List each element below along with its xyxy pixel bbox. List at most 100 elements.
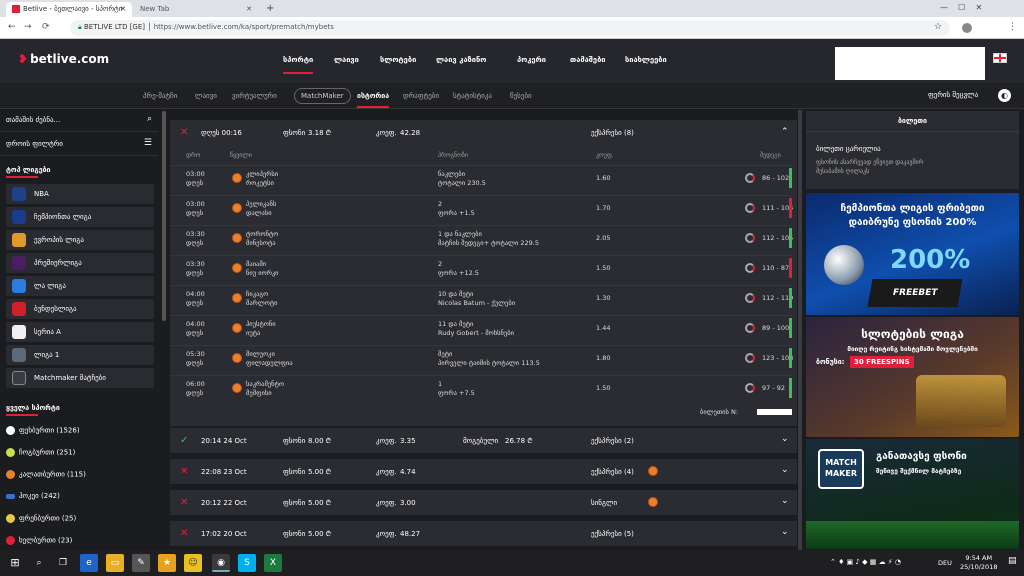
back-icon[interactable]: ← (8, 22, 16, 32)
league-europa[interactable]: ევროპის ლიგა (6, 230, 154, 250)
league-champions[interactable]: ჩემპიონთა ლიგა (6, 207, 154, 227)
sidebar: თამაშის ძებნა... ⌕ დროის ფილტრი ☰ ტოპ ლიგე… (0, 109, 163, 550)
league-premier[interactable]: პრემიერლიგა (6, 253, 154, 273)
url-field[interactable]: 🔒︎ BETLIVE LTD [GE] │ https://www.betliv… (70, 20, 950, 36)
stats-icon[interactable] (745, 293, 755, 303)
clock[interactable]: 9:54 AM 25/10/2018 (960, 554, 997, 572)
subnav-statistics[interactable]: სტატისტიკა (453, 92, 492, 100)
language-flag-icon[interactable] (993, 53, 1007, 63)
subnav-rules[interactable]: წესები (510, 92, 532, 100)
freespins-badge: 30 FREESPINS (850, 356, 914, 368)
nav-poker[interactable]: პოკერი (517, 55, 546, 64)
site-header: ❥ betlive.com სპორტი ლაივი სლოტები ლაივ კ… (0, 39, 1024, 83)
chevron-down-icon[interactable]: ⌄ (781, 465, 789, 475)
pick-market: ფორა +7.5 (438, 389, 475, 397)
league-seriea[interactable]: სერია A (6, 322, 154, 342)
banner-slots-league[interactable]: სლოტების ლიგა მიიღე რეიტინგ სისტემაში მო… (806, 317, 1019, 437)
excel-icon[interactable]: X (264, 554, 282, 572)
ticket-number-label: ბილეთის N: (700, 408, 739, 416)
windows-start-icon[interactable]: ⊞ (6, 554, 24, 572)
bookmark-star-icon[interactable]: ☆ (934, 22, 942, 32)
search-input[interactable]: თამაშის ძებნა... ⌕ (0, 109, 158, 132)
subnav-history[interactable]: ისტორია (357, 92, 390, 108)
sport-football[interactable]: ფეხბურთი (1526) (6, 426, 80, 435)
skype-icon[interactable]: S (238, 554, 256, 572)
task-view-icon[interactable]: ❐ (54, 554, 72, 572)
bundesliga-icon (12, 302, 26, 316)
subnav-virtual[interactable]: ვირტუალური (232, 92, 277, 100)
new-tab-button[interactable]: + (266, 3, 274, 14)
profile-icon[interactable] (962, 23, 972, 33)
chevron-down-icon[interactable]: ⌄ (781, 527, 789, 537)
close-tab-icon[interactable]: ✕ (246, 5, 252, 13)
notifications-icon[interactable]: ▤ (1008, 556, 1017, 566)
close-tab-icon[interactable]: ✕ (120, 5, 126, 13)
app-icon[interactable]: ☺ (184, 554, 202, 572)
bet-card-collapsed[interactable]: ✓ 20:14 24 Oct ფსონი 8.00 ₾ კოეფ. 3.35 მოგებულ… (170, 428, 797, 453)
nav-live[interactable]: ლაივი (334, 55, 359, 64)
nav-slots[interactable]: სლოტები (380, 55, 416, 64)
forward-icon[interactable]: → (24, 22, 32, 32)
subnav-matchmaker[interactable]: MatchMaker (294, 88, 351, 104)
palette-icon[interactable]: ◐ (998, 89, 1011, 102)
bet-card-collapsed[interactable]: ✕ 17:02 20 Oct ფსონი 5.00 ₾ კოეფ. 48.27 ექსპრე… (170, 521, 797, 546)
browser-menu-icon[interactable]: ⋮ (1008, 22, 1017, 32)
browser-tab-newtab[interactable]: New Tab ✕ (134, 2, 258, 17)
chevron-down-icon[interactable]: ⌄ (781, 496, 789, 506)
league-nba[interactable]: NBA (6, 184, 154, 204)
league-bundesliga[interactable]: ბუნდესლიგა (6, 299, 154, 319)
search-icon[interactable]: ⌕ (30, 554, 48, 572)
sport-basketball[interactable]: კალათბურთი (115) (6, 470, 86, 479)
main-scrollbar[interactable] (798, 110, 802, 550)
system-tray-icons[interactable]: ⌃ ♦ ▣ ♪ ◆ ▦ ☁ ⚡ ◔ (830, 558, 901, 566)
sidebar-scrollbar[interactable] (162, 111, 166, 321)
chevron-down-icon[interactable]: ⌄ (781, 434, 789, 444)
nav-sport[interactable]: სპორტი (283, 55, 314, 74)
window-controls[interactable]: — ☐ ✕ (940, 3, 982, 12)
subnav-drafts[interactable]: დრაფტები (403, 92, 439, 100)
banner-matchmaker[interactable]: MATCH MAKER განათავსე ფსონი შენივე შექმნი… (806, 439, 1019, 549)
theme-switch-label[interactable]: ფერის შეცვლა (928, 91, 978, 99)
league-matchmaker[interactable]: Matchmaker მატჩები (6, 368, 154, 388)
nav-games[interactable]: თამაშები (570, 55, 606, 64)
login-area[interactable] (835, 47, 985, 80)
edge-icon[interactable]: e (80, 554, 98, 572)
subnav-live[interactable]: ლაივი (195, 92, 217, 100)
app-icon[interactable]: ★ (158, 554, 176, 572)
nav-live-casino[interactable]: ლაივ კაზინო (436, 55, 486, 64)
chrome-icon[interactable]: ◉ (212, 554, 230, 572)
sport-hockey[interactable]: ჰოკეი (242) (6, 492, 60, 500)
stats-icon[interactable] (745, 353, 755, 363)
bet-card-collapsed[interactable]: ✕ 22:08 23 Oct ფსონი 5.00 ₾ კოეფ. 4.74 ექსპრეს… (170, 459, 797, 484)
stats-icon[interactable] (745, 173, 755, 183)
chevron-up-icon[interactable]: ⌃ (781, 127, 789, 137)
filter-sliders-icon[interactable]: ☰ (144, 138, 152, 148)
sport-tennis[interactable]: ჩოგბურთი (251) (6, 448, 75, 457)
stats-icon[interactable] (745, 383, 755, 393)
browser-tab-active[interactable]: Betlive - ბეთლაივი - სპორტი ✕ (6, 2, 132, 17)
league-ligue1[interactable]: ლიგა 1 (6, 345, 154, 365)
sport-handball[interactable]: ხელბურთი (23) (6, 536, 72, 545)
file-explorer-icon[interactable]: ▭ (106, 554, 124, 572)
banner-champions-freebet[interactable]: ჩემპიონთა ლიგის ფრიბეთი დაიბრუნე ფსონის … (806, 193, 1019, 315)
language-indicator[interactable]: DEU (938, 559, 952, 567)
time-filter[interactable]: დროის ფილტრი ☰ (0, 133, 158, 156)
site-logo[interactable]: ❥ betlive.com (18, 52, 109, 66)
bet-card-collapsed[interactable]: ✕ 20:12 22 Oct ფსონი 5.00 ₾ კოეფ. 3.00 სინგლი ⌄ (170, 490, 797, 515)
bet-row: 03:00 დღეს პელიკანს დალასი 2 ფორა +1.5 1.70 111… (170, 195, 793, 220)
betslip-empty-title: ბილეთი ცარიელია (816, 145, 881, 153)
stats-icon[interactable] (745, 323, 755, 333)
laliga-icon (12, 279, 26, 293)
app-icon[interactable]: ✎ (132, 554, 150, 572)
subnav-prematch[interactable]: პრე-მატჩი (143, 92, 177, 100)
sport-volleyball[interactable]: ფრენბურთი (25) (6, 514, 76, 523)
league-laliga[interactable]: ლა ლიგა (6, 276, 154, 296)
football-icon (6, 426, 15, 435)
bet-card-header[interactable]: ✕ დღეს 00:16 ფსონი 3.18 ₾ კოეფ. 42.28 ექ… (170, 120, 797, 145)
stats-icon[interactable] (745, 263, 755, 273)
stats-icon[interactable] (745, 233, 755, 243)
search-icon[interactable]: ⌕ (147, 114, 152, 124)
reload-icon[interactable]: ⟳ (42, 22, 50, 32)
nav-news[interactable]: სიახლეები (625, 55, 667, 64)
stats-icon[interactable] (745, 203, 755, 213)
